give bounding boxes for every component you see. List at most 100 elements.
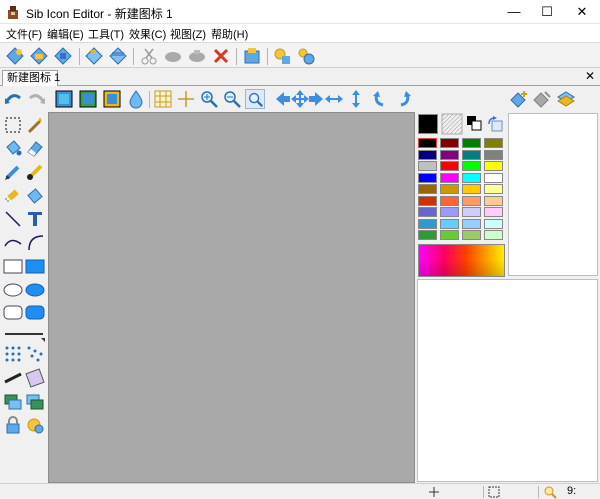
resource-icon[interactable] <box>296 46 316 66</box>
import-icon[interactable] <box>84 46 104 66</box>
menu-help[interactable]: 帮助(H) <box>211 26 248 42</box>
color-swatch[interactable] <box>418 207 437 217</box>
open-icon[interactable] <box>29 46 49 66</box>
rotate-left-icon[interactable] <box>370 89 390 109</box>
tab-new-icon-1[interactable]: 新建图标 1 <box>2 70 60 86</box>
zoom-in-icon[interactable] <box>199 89 219 109</box>
airbrush-icon[interactable] <box>3 186 23 206</box>
frame-3-icon[interactable] <box>102 89 122 109</box>
color-swatch[interactable] <box>484 207 503 217</box>
color-swatch[interactable] <box>440 149 459 160</box>
color-swatch[interactable] <box>484 172 503 183</box>
swap-colors-icon[interactable] <box>466 115 482 131</box>
menu-file[interactable]: 文件(F) <box>6 26 42 42</box>
line-width-icon[interactable] <box>3 324 45 344</box>
menu-effects[interactable]: 效果(C) <box>129 26 166 42</box>
color-swatch[interactable] <box>440 207 459 217</box>
brush-icon[interactable] <box>25 162 45 182</box>
color-swatch[interactable] <box>462 218 481 229</box>
layer-merge-icon[interactable] <box>25 392 45 412</box>
color-replace-icon[interactable] <box>25 186 45 206</box>
color-swatch[interactable] <box>440 172 459 183</box>
color-swatch[interactable] <box>418 195 437 206</box>
arc-tool-icon[interactable] <box>25 232 45 252</box>
color-swatch[interactable] <box>440 161 459 171</box>
fill-style-icon[interactable] <box>25 368 45 388</box>
selected-color-swatch[interactable] <box>418 114 438 134</box>
color-swatch[interactable] <box>418 161 437 171</box>
cut-icon[interactable] <box>139 46 159 66</box>
grid-icon[interactable] <box>153 89 173 109</box>
library-icon[interactable] <box>272 46 292 66</box>
rotate-right-icon[interactable] <box>394 89 414 109</box>
color-swatch[interactable] <box>484 184 503 194</box>
color-swatch[interactable] <box>440 138 459 148</box>
dot-pattern-icon[interactable] <box>25 344 45 364</box>
magic-filter-icon[interactable] <box>25 415 45 435</box>
undo-icon[interactable] <box>3 89 23 109</box>
color-swatch[interactable] <box>418 218 437 229</box>
rectangle-outline-icon[interactable] <box>3 256 23 276</box>
color-swatch[interactable] <box>484 230 503 240</box>
color-swatch[interactable] <box>462 172 481 183</box>
flip-horizontal-icon[interactable] <box>324 89 344 109</box>
color-swatch[interactable] <box>462 161 481 171</box>
lock-icon[interactable] <box>3 415 23 435</box>
image-format-icon[interactable] <box>556 89 576 109</box>
color-swatch[interactable] <box>418 184 437 194</box>
color-picker-drop-icon[interactable] <box>126 89 146 109</box>
magic-wand-icon[interactable] <box>25 115 45 135</box>
color-swatch[interactable] <box>440 218 459 229</box>
color-swatch[interactable] <box>462 149 481 160</box>
delete-icon[interactable] <box>211 46 231 66</box>
menu-tools[interactable]: 工具(T) <box>88 26 124 42</box>
color-swatch[interactable] <box>484 161 503 171</box>
tab-close-button[interactable]: ✕ <box>585 69 595 83</box>
flip-vertical-icon[interactable] <box>346 89 366 109</box>
color-swatch[interactable] <box>440 230 459 240</box>
drawing-canvas[interactable] <box>48 112 415 483</box>
color-swatch[interactable] <box>484 138 503 148</box>
export-icon[interactable] <box>108 46 128 66</box>
paste-icon[interactable] <box>187 46 207 66</box>
color-swatch[interactable] <box>462 207 481 217</box>
dot-grid-icon[interactable] <box>3 344 23 364</box>
color-swatch[interactable] <box>462 184 481 194</box>
copy-icon[interactable] <box>163 46 183 66</box>
fill-bucket-icon[interactable] <box>3 138 23 158</box>
line-tool-icon[interactable] <box>3 209 23 229</box>
zoom-out-icon[interactable] <box>222 89 242 109</box>
new-icon[interactable] <box>5 46 25 66</box>
pencil-icon[interactable] <box>3 162 23 182</box>
color-swatch[interactable] <box>484 218 503 229</box>
ellipse-outline-icon[interactable] <box>3 279 23 299</box>
rounded-rect-outline-icon[interactable] <box>3 302 23 322</box>
color-swatch[interactable] <box>484 195 503 206</box>
properties-icon[interactable] <box>242 46 262 66</box>
color-swatch[interactable] <box>440 184 459 194</box>
menu-view[interactable]: 视图(Z) <box>170 26 206 42</box>
rectangle-filled-icon[interactable] <box>25 256 45 276</box>
frame-2-icon[interactable] <box>78 89 98 109</box>
save-icon[interactable] <box>53 46 73 66</box>
menu-edit[interactable]: 编辑(E) <box>47 26 84 42</box>
remove-image-icon[interactable] <box>532 89 552 109</box>
maximize-button[interactable]: ☐ <box>527 0 567 24</box>
crosshair-icon[interactable] <box>176 89 196 109</box>
move-right-icon[interactable] <box>306 89 326 109</box>
color-swatch[interactable] <box>462 195 481 206</box>
color-swatch[interactable] <box>418 230 437 240</box>
reset-colors-icon[interactable] <box>486 115 504 133</box>
ellipse-filled-icon[interactable] <box>25 279 45 299</box>
image-list-panel[interactable] <box>417 279 598 482</box>
thick-line-icon[interactable] <box>3 368 23 388</box>
zoom-actual-icon[interactable] <box>245 89 265 109</box>
transparent-color-icon[interactable] <box>441 113 463 135</box>
color-swatch[interactable] <box>484 149 503 160</box>
color-swatch[interactable] <box>462 138 481 148</box>
curve-tool-icon[interactable] <box>3 232 23 252</box>
color-swatch[interactable] <box>418 172 437 183</box>
close-button[interactable]: ✕ <box>562 0 600 24</box>
redo-icon[interactable] <box>27 89 47 109</box>
color-swatch[interactable] <box>418 149 437 160</box>
